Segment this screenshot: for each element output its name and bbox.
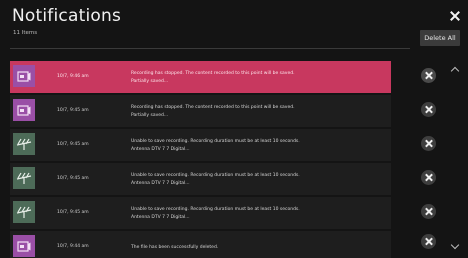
notification-row[interactable]: 10/7, 9:46 am Recording has stopped. The… <box>10 61 391 93</box>
notification-message: The file has been successfully deleted. <box>131 245 219 250</box>
notification-message: Unable to save recording. Recording dura… <box>131 173 300 186</box>
notification-time: 10/7, 9:45 am <box>57 176 89 181</box>
notification-time: 10/7, 9:45 am <box>57 142 89 147</box>
notification-message: Recording has stopped. The content recor… <box>131 71 295 84</box>
notification-row[interactable]: 10/7, 9:44 am The file has been successf… <box>10 231 391 258</box>
notification-list: 10/7, 9:46 am Recording has stopped. The… <box>10 61 460 258</box>
delete-all-button[interactable]: Delete All <box>420 30 460 46</box>
item-count: 11 Items <box>13 30 38 36</box>
header-divider <box>10 48 410 49</box>
remove-icon[interactable] <box>421 170 436 185</box>
antenna-icon <box>13 167 35 189</box>
recording-icon <box>13 65 35 87</box>
notification-time: 10/7, 9:45 am <box>57 108 89 113</box>
recording-icon <box>13 99 35 121</box>
notification-time: 10/7, 9:44 am <box>57 244 89 249</box>
notification-row[interactable]: 10/7, 9:45 am Unable to save recording. … <box>10 129 391 161</box>
remove-icon[interactable] <box>421 234 436 249</box>
notification-message: Unable to save recording. Recording dura… <box>131 207 300 220</box>
notification-message: Recording has stopped. The content recor… <box>131 105 295 118</box>
notification-row[interactable]: 10/7, 9:45 am Unable to save recording. … <box>10 197 391 229</box>
notification-row[interactable]: 10/7, 9:45 am Recording has stopped. The… <box>10 95 391 127</box>
remove-icon[interactable] <box>421 68 436 83</box>
remove-icon[interactable] <box>421 136 436 151</box>
notification-time: 10/7, 9:45 am <box>57 210 89 215</box>
page-title: Notifications <box>12 6 121 26</box>
remove-icon[interactable] <box>421 204 436 219</box>
notification-time: 10/7, 9:46 am <box>57 74 89 79</box>
antenna-icon <box>13 133 35 155</box>
close-icon[interactable] <box>449 10 461 22</box>
remove-icon[interactable] <box>421 102 436 117</box>
recording-icon <box>13 235 35 257</box>
notification-row[interactable]: 10/7, 9:45 am Unable to save recording. … <box>10 163 391 195</box>
notification-message: Unable to save recording. Recording dura… <box>131 139 300 152</box>
antenna-icon <box>13 201 35 223</box>
